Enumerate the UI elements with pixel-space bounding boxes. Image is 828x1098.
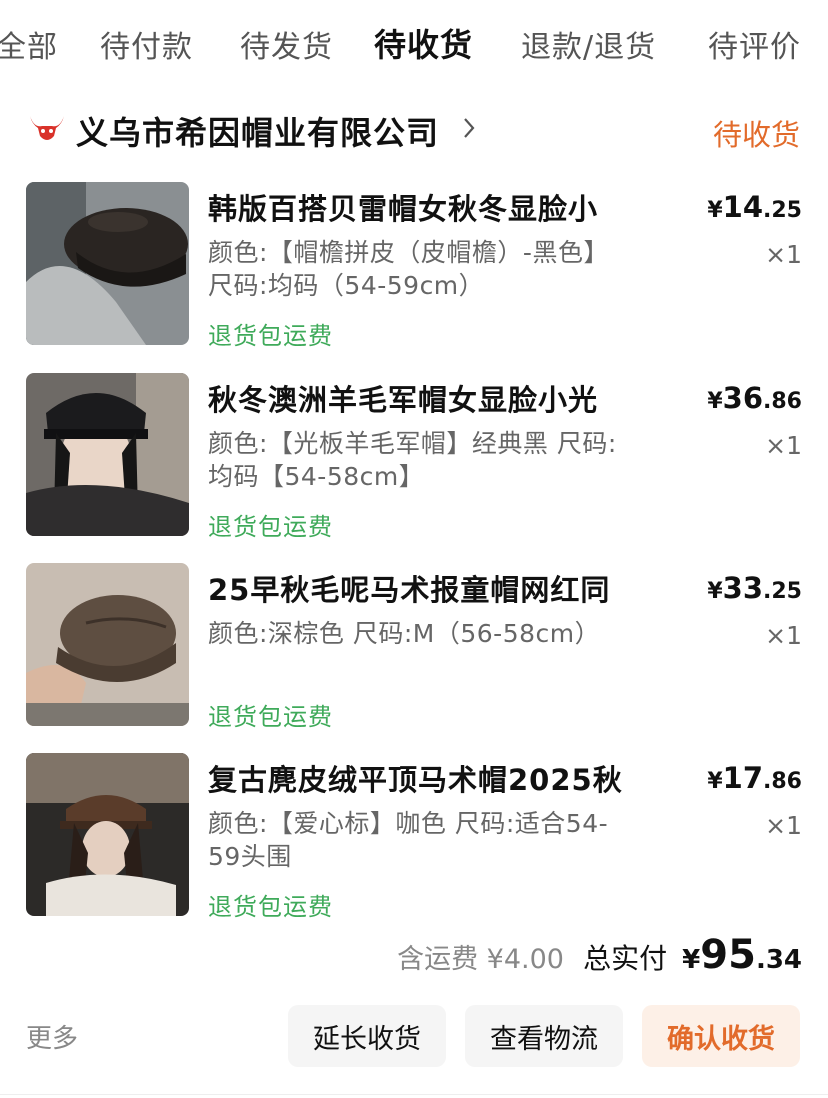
product-quantity: ×1 [765, 431, 802, 460]
product-quantity: ×1 [765, 240, 802, 269]
tab-refund-return[interactable]: 退款/退货 [521, 22, 656, 66]
tab-pending-review[interactable]: 待评价 [708, 22, 801, 66]
shipping-fee: 含运费 ¥4.00 [397, 944, 564, 975]
product-quantity: ×1 [765, 621, 802, 650]
product-price: ¥14.25 [707, 190, 802, 224]
tab-pending-payment[interactable]: 待付款 [100, 22, 193, 66]
order-item[interactable]: 复古麂皮绒平顶马术帽2025秋 颜色:【爱心标】咖色 尺码:适合54-59头围 … [26, 753, 802, 921]
order-summary: 含运费 ¥4.00 总实付 ¥95.34 [397, 932, 802, 982]
product-price: ¥33.25 [707, 571, 802, 605]
product-title[interactable]: 复古麂皮绒平顶马术帽2025秋 [208, 757, 628, 799]
shop-name[interactable]: 义乌市希因帽业有限公司 [76, 108, 439, 154]
product-quantity: ×1 [765, 811, 802, 840]
product-title[interactable]: 秋冬澳洲羊毛军帽女显脸小光 [208, 377, 628, 419]
product-image[interactable] [26, 182, 189, 345]
tab-pending-shipment[interactable]: 待发货 [240, 22, 333, 66]
tab-pending-receipt[interactable]: 待收货 [374, 20, 473, 66]
product-title[interactable]: 25早秋毛呢马术报童帽网红同 [208, 567, 628, 609]
product-spec: 颜色:【光板羊毛军帽】经典黑 尺码:均码【54-58cm】 [208, 429, 617, 491]
free-return-tag: 退货包运费 [208, 893, 333, 921]
extend-receipt-button[interactable]: 延长收货 [288, 1005, 446, 1067]
bull-head-icon [28, 114, 66, 144]
free-return-tag: 退货包运费 [208, 322, 333, 350]
product-image[interactable] [26, 563, 189, 726]
more-button[interactable]: 更多 [26, 1018, 78, 1055]
product-image[interactable] [26, 373, 189, 536]
product-spec: 颜色:深棕色 尺码:M（56-58cm） [208, 619, 601, 648]
divider [0, 1094, 828, 1095]
product-title[interactable]: 韩版百搭贝雷帽女秋冬显脸小 [208, 186, 628, 228]
shop-header[interactable]: 义乌市希因帽业有限公司 待收货 [28, 104, 800, 156]
free-return-tag: 退货包运费 [208, 703, 333, 731]
total-amount: ¥95.34 [682, 932, 802, 978]
view-logistics-button[interactable]: 查看物流 [465, 1005, 623, 1067]
product-price: ¥17.86 [707, 761, 802, 795]
product-spec: 颜色:【帽檐拼皮（皮帽檐）-黑色】 尺码:均码（54-59cm） [208, 238, 609, 300]
tab-all[interactable]: 全部 [0, 22, 58, 66]
product-spec: 颜色:【爱心标】咖色 尺码:适合54-59头围 [208, 809, 609, 871]
order-status-label: 待收货 [712, 118, 800, 152]
chevron-right-icon [462, 114, 476, 147]
free-return-tag: 退货包运费 [208, 513, 333, 541]
confirm-receipt-button[interactable]: 确认收货 [642, 1005, 800, 1067]
order-item[interactable]: 25早秋毛呢马术报童帽网红同 颜色:深棕色 尺码:M（56-58cm） 退货包运… [26, 563, 802, 731]
order-status-tabs: 全部 待付款 待发货 待收货 退款/退货 待评价 [0, 0, 828, 84]
order-item[interactable]: 秋冬澳洲羊毛军帽女显脸小光 颜色:【光板羊毛军帽】经典黑 尺码:均码【54-58… [26, 373, 802, 541]
product-image[interactable] [26, 753, 189, 916]
product-price: ¥36.86 [707, 381, 802, 415]
total-label: 总实付 [583, 942, 668, 975]
order-item[interactable]: 韩版百搭贝雷帽女秋冬显脸小 颜色:【帽檐拼皮（皮帽檐）-黑色】 尺码:均码（54… [26, 182, 802, 350]
